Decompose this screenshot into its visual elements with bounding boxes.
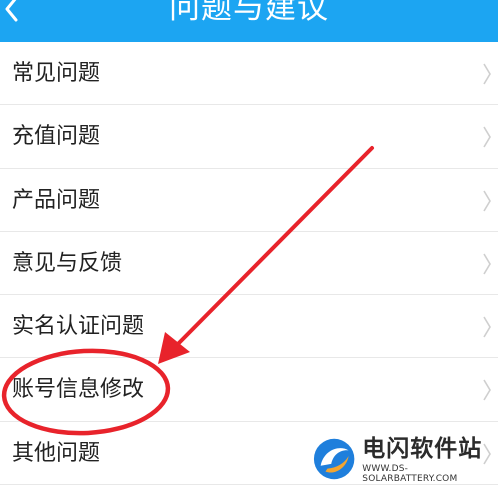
chevron-right-icon [483, 126, 491, 148]
list-item-label: 账号信息修改 [12, 377, 145, 403]
list-item-recharge-questions[interactable]: 充值问题 [0, 105, 498, 169]
list-item-label: 意见与反馈 [12, 250, 123, 276]
list-item-label: 其他问题 [12, 440, 101, 466]
chevron-right-icon [483, 380, 491, 401]
site-logo-icon [313, 438, 355, 480]
chevron-right-icon [483, 316, 491, 338]
list-item-label: 充值问题 [12, 124, 101, 150]
watermark-site-url: WWW.DS-SOLARBATTERY.COM [362, 464, 458, 484]
watermark-site-name: 电闪软件站 [362, 436, 483, 462]
list-item-product-questions[interactable]: 产品问题 [0, 168, 498, 232]
list-item-account-info-edit[interactable]: 账号信息修改 [0, 358, 498, 422]
site-watermark: 电闪软件站 WWW.DS-SOLARBATTERY.COM [312, 434, 498, 487]
app-header: 问题与建议 [0, 0, 498, 42]
chevron-right-icon [483, 63, 491, 85]
faq-category-list: 常见问题 充值问题 产品问题 意见与反馈 实名认证问题 账号信息修改 其他问题 [0, 42, 498, 486]
list-item-real-name-verification[interactable]: 实名认证问题 [0, 295, 498, 359]
list-item-feedback[interactable]: 意见与反馈 [0, 231, 498, 296]
list-item-label: 产品问题 [12, 187, 101, 213]
list-item-common-questions[interactable]: 常见问题 [0, 42, 498, 106]
list-item-label: 常见问题 [12, 61, 101, 86]
list-item-label: 实名认证问题 [12, 314, 145, 340]
page-title: 问题与建议 [169, 0, 329, 26]
chevron-right-icon [483, 253, 491, 275]
chevron-right-icon [483, 190, 491, 212]
